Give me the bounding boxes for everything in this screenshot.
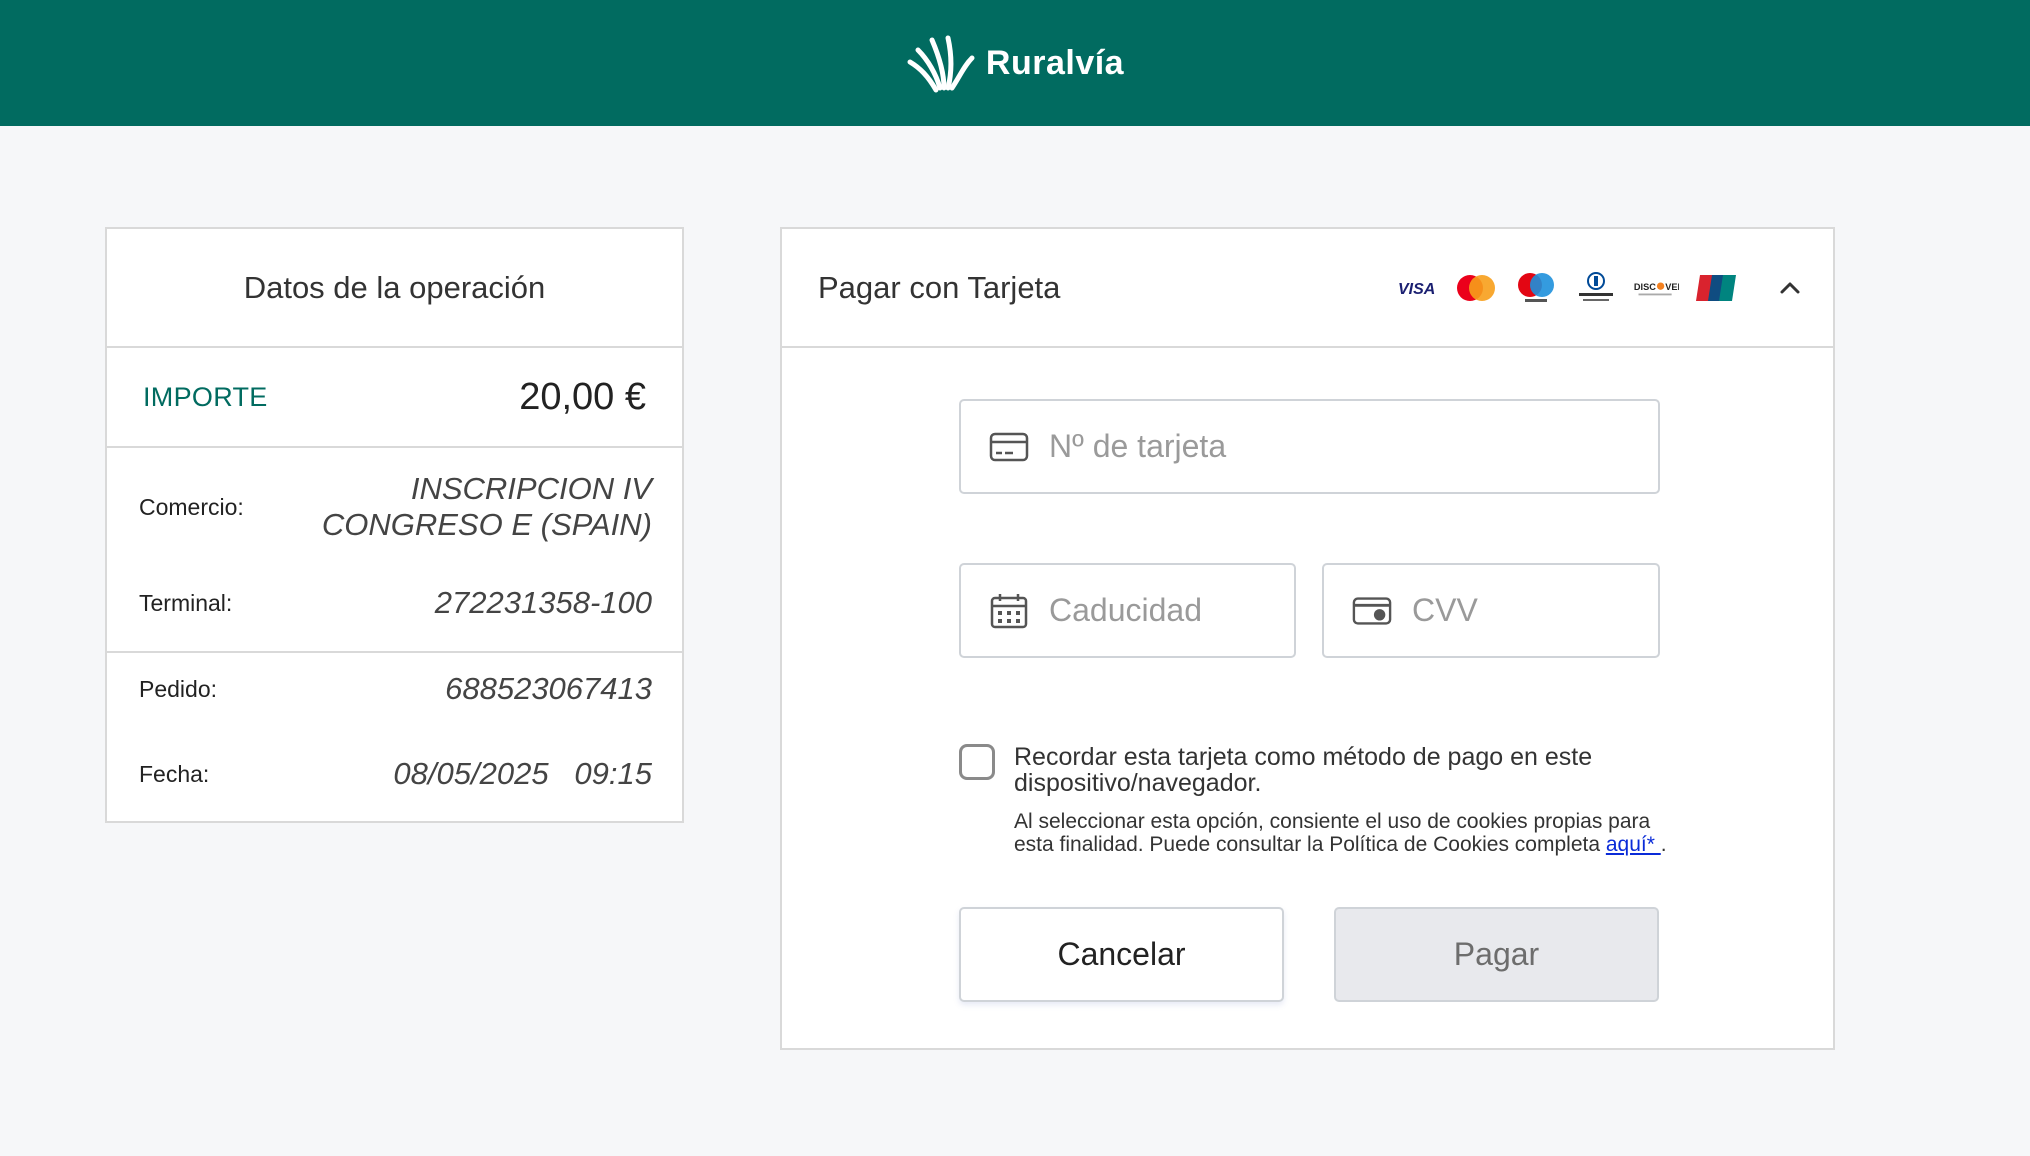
- pay-button[interactable]: Pagar: [1334, 907, 1659, 1002]
- maestro-icon: [1513, 272, 1559, 303]
- ruralvia-logo-icon: [907, 35, 975, 93]
- cookies-link[interactable]: aquí*: [1606, 833, 1661, 856]
- card-number-field[interactable]: [959, 399, 1660, 494]
- diners-club-icon: [1573, 271, 1619, 303]
- terminal-key: Terminal:: [139, 589, 233, 616]
- date-row: Fecha: 08/05/2025 09:15: [107, 756, 682, 792]
- amount-row: IMPORTE 20,00 €: [107, 348, 682, 448]
- terminal-row: Terminal: 272231358-100: [107, 585, 682, 621]
- payment-header: Pagar con Tarjeta VISA DISC VER: [782, 229, 1833, 348]
- brand-name: Ruralvía: [985, 43, 1125, 82]
- terminal-value: 272231358-100: [434, 585, 652, 620]
- calendar-icon: [989, 593, 1029, 628]
- brand: Ruralvía: [906, 32, 1124, 94]
- card-number-input[interactable]: [1049, 428, 1585, 465]
- cookies-note: Al seleccionar esta opción, consiente el…: [1014, 810, 1674, 856]
- operation-title: Datos de la operación: [107, 229, 682, 348]
- svg-text:VER: VER: [1665, 281, 1679, 291]
- cookies-note-text: Al seleccionar esta opción, consiente el…: [1014, 810, 1651, 856]
- cookies-note-end: .: [1660, 833, 1667, 856]
- merchant-value: INSCRIPCION IV CONGRESO E (SPAIN): [322, 471, 652, 543]
- cvv-card-icon: [1352, 594, 1392, 628]
- date-value: 08/05/2025 09:15: [393, 756, 652, 791]
- chevron-up-icon[interactable]: [1777, 275, 1803, 301]
- payment-title: Pagar con Tarjeta: [818, 269, 1061, 305]
- order-key: Pedido:: [139, 675, 218, 702]
- card-icon: [989, 430, 1029, 464]
- discover-icon: DISC VER: [1633, 273, 1679, 303]
- date-key: Fecha:: [139, 760, 210, 787]
- top-header: Ruralvía: [0, 0, 2030, 126]
- merchant-row: Comercio: INSCRIPCION IV CONGRESO E (SPA…: [107, 471, 682, 543]
- svg-text:DISC: DISC: [1634, 281, 1656, 291]
- payment-card: Pagar con Tarjeta VISA DISC VER: [780, 227, 1835, 1050]
- operation-card: Datos de la operación IMPORTE 20,00 € Co…: [105, 227, 684, 823]
- cvv-field[interactable]: [1322, 563, 1660, 658]
- remember-checkbox[interactable]: [959, 744, 995, 780]
- expiry-field[interactable]: [959, 563, 1296, 658]
- merchant-key: Comercio:: [139, 493, 244, 520]
- cvv-input[interactable]: [1412, 592, 1657, 629]
- expiry-input[interactable]: [1049, 592, 1293, 629]
- remember-label: Recordar esta tarjeta como método de pag…: [1014, 743, 1593, 797]
- amount-value: 20,00 €: [519, 375, 646, 418]
- mastercard-icon: [1453, 273, 1499, 303]
- svg-text:VISA: VISA: [1398, 281, 1435, 298]
- amount-label: IMPORTE: [143, 381, 268, 412]
- merchant-value-line2: CONGRESO E (SPAIN): [321, 507, 652, 542]
- card-brands: VISA DISC VER: [1393, 271, 1739, 303]
- merchant-value-line1: INSCRIPCION IV: [410, 471, 652, 506]
- order-value: 688523067413: [445, 671, 652, 706]
- unionpay-icon: [1693, 273, 1739, 303]
- divider: [107, 651, 682, 653]
- cancel-button[interactable]: Cancelar: [959, 907, 1284, 1002]
- visa-icon: VISA: [1393, 273, 1439, 303]
- order-row: Pedido: 688523067413: [107, 671, 682, 707]
